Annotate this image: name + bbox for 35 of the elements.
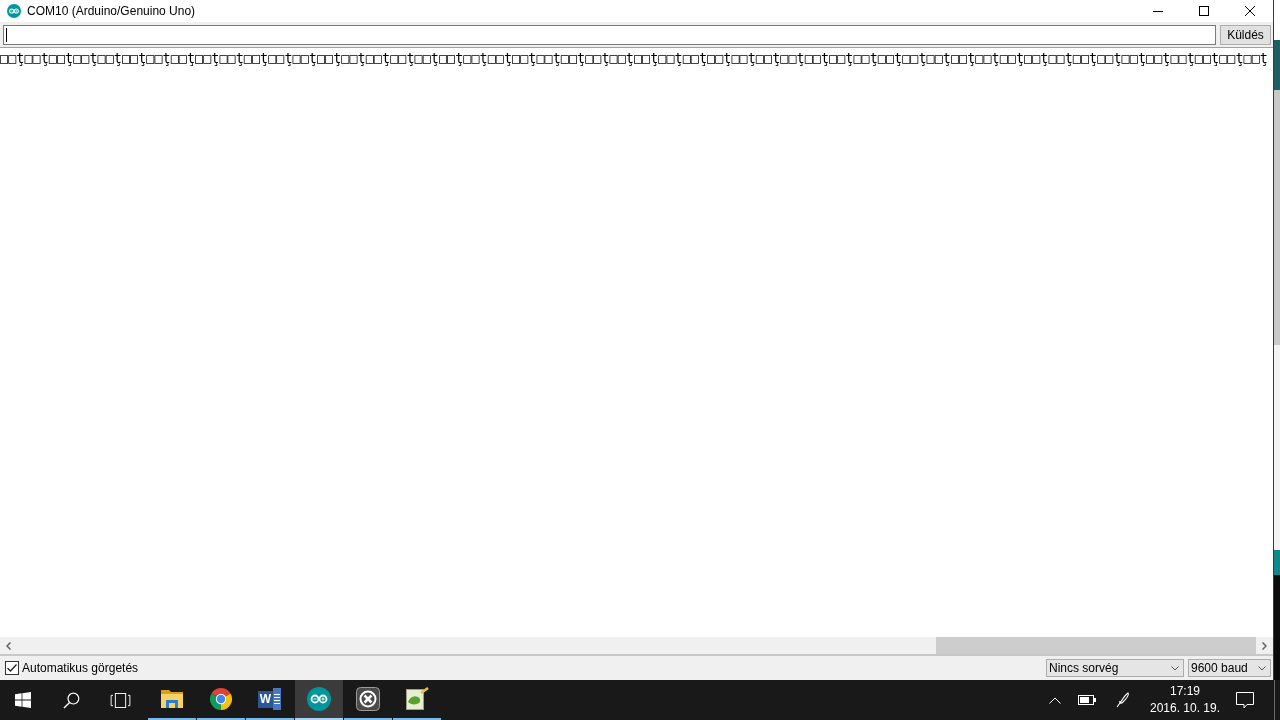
text-cursor-icon [6, 28, 7, 42]
autoscroll-checkbox[interactable] [5, 661, 19, 675]
scroll-left-icon[interactable] [6, 641, 11, 650]
infinity-logo-icon [7, 4, 21, 18]
infinity-logo-icon [307, 687, 331, 711]
taskbar-app-button[interactable]: W [246, 680, 294, 720]
baud-rate-dropdown[interactable]: 9600 baud [1188, 659, 1271, 677]
window-title: COM10 (Arduino/Genuino Uno) [27, 4, 196, 18]
pen-icon [1116, 692, 1130, 708]
send-button[interactable]: Küldés [1220, 25, 1271, 45]
chevron-down-icon [1258, 665, 1266, 671]
checkmark-icon [7, 664, 17, 672]
clock-time: 17:19 [1170, 683, 1200, 700]
circle-cross-icon [356, 687, 380, 711]
chevron-up-icon [1049, 696, 1061, 704]
output-line: □□ţ□□ţ□□ţ□□ţ□□ţ□□ţ□□ţ□□ţ□□ţ□□ţ□□ţ□□ţ□□ţ□□ţ□□ţ□□ţ□□ţ□□ţ□□ţ□□ţ□□ţ□□ţ□□ţ□□ţ□□ţ□□ţ□□ţ□□ţ□□ţ□□ţ□□ţ□□ţ□□ţ□□ţ□□ţ□□ţ□□ţ□□ţ□□ţ□□ţ□□ţ□□ţ□□ţ□□ţ□□ţ□□ţ□□ţ□□ţ□□ţ□□ţ□□ţ□□ţ [0, 50, 1269, 66]
page-lizard-icon [405, 687, 429, 711]
scroll-right-icon[interactable] [1262, 641, 1267, 650]
close-icon [1245, 6, 1255, 16]
scrollbar-thumb[interactable] [936, 637, 1256, 654]
task-view-icon [109, 692, 131, 708]
clock-date: 2016. 10. 19. [1149, 700, 1221, 717]
taskbar-app-button[interactable] [295, 680, 343, 720]
message-icon [1236, 691, 1254, 709]
minimize-icon [1153, 10, 1163, 12]
browser-icon [209, 687, 233, 711]
start-icon [15, 692, 31, 708]
chevron-down-icon [1171, 665, 1179, 671]
message-field[interactable] [3, 25, 1216, 45]
battery-icon [1078, 695, 1096, 705]
maximize-icon [1199, 6, 1209, 16]
checkbox-label: Automatikus görgetés [22, 661, 139, 675]
search-icon [62, 691, 80, 709]
folder-icon [160, 689, 184, 709]
line-ending-dropdown[interactable]: Nincs sorvég [1046, 659, 1184, 677]
